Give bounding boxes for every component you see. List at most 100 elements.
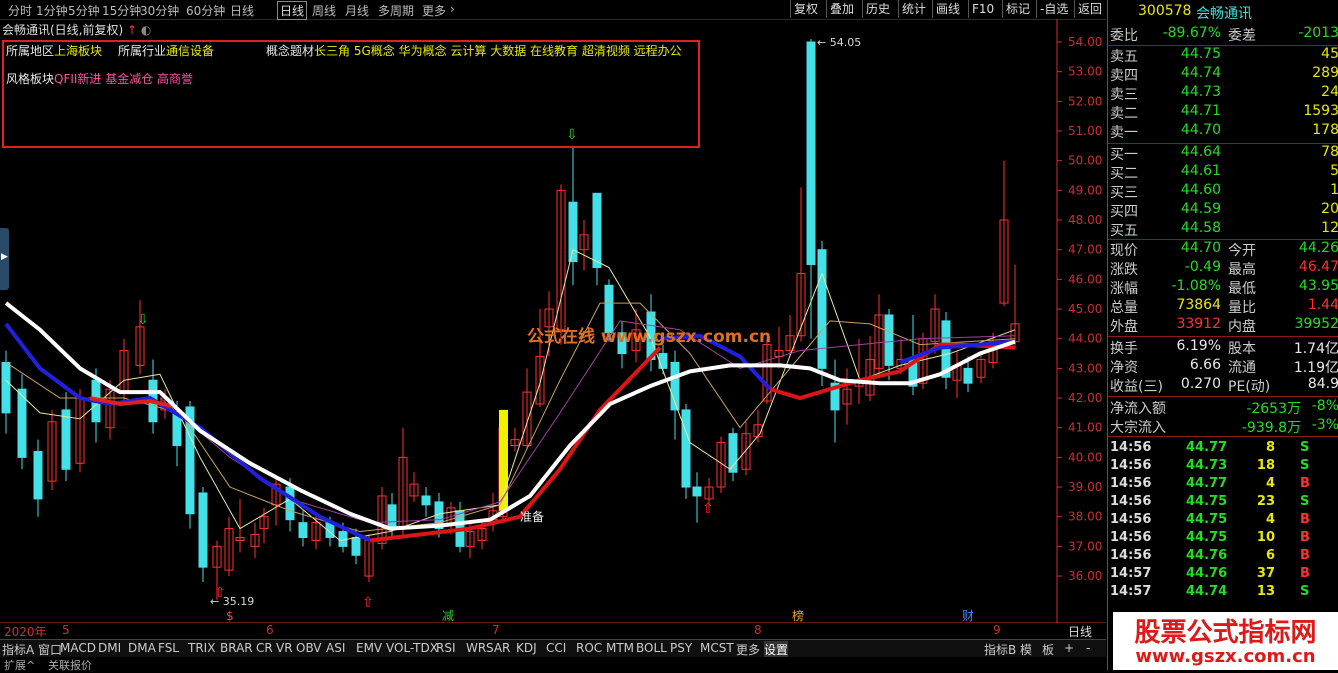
- indicator-tab-16[interactable]: SAR: [486, 641, 510, 655]
- side-panel-toggle[interactable]: ▶: [0, 228, 9, 290]
- price-tick-label: 41.00: [1068, 421, 1102, 435]
- tab-month[interactable]: 月线: [345, 2, 369, 19]
- row-value2: 24: [1321, 84, 1338, 100]
- back-button[interactable]: 返回: [1074, 0, 1105, 18]
- tab-15min[interactable]: 15分钟: [102, 2, 141, 19]
- indicator-tabbar: 指标A 窗口 MACD DMI DMA FSL TRIX BRAR CR VR OBV ASI EMV V…: [0, 639, 1106, 658]
- stat-row: 现价 44.70 今开 44.26: [1108, 240, 1338, 259]
- row-label: 买一: [1110, 147, 1138, 163]
- indicator-tab-22[interactable]: PSY: [670, 641, 692, 655]
- tab-day[interactable]: 日线: [230, 2, 254, 19]
- weicha-value: -2013: [1298, 25, 1338, 41]
- row-label2: 内盘: [1228, 319, 1256, 335]
- indicator-tab-15[interactable]: WR: [466, 641, 486, 655]
- tab-multi[interactable]: 多周期: [378, 2, 414, 19]
- event-jian-label: 减: [442, 609, 454, 623]
- indicator-tab-2[interactable]: MACD: [60, 641, 96, 655]
- tab-60min[interactable]: 60分钟: [186, 2, 225, 19]
- indicator-tab-21[interactable]: BOLL: [636, 641, 667, 655]
- candle-down: [17, 388, 27, 458]
- indicator-tab-26[interactable]: 指标B: [984, 641, 1016, 658]
- history-button[interactable]: 历史: [862, 0, 893, 18]
- remove-watchlist-button[interactable]: -自选: [1036, 0, 1071, 18]
- tick-direction: B: [1300, 476, 1310, 491]
- indicator-tab-11[interactable]: ASI: [326, 641, 345, 655]
- row-label: 卖二: [1110, 106, 1138, 122]
- period-toolbar: 分时 1分钟 5分钟 15分钟 30分钟 60分钟 日线 日线 周线 月线 多周…: [0, 0, 1106, 20]
- indicator-tab-9[interactable]: VR: [276, 641, 293, 655]
- bid-row: 买二 44.61 5: [1108, 163, 1338, 182]
- indicator-tab-10[interactable]: OBV: [296, 641, 322, 655]
- indicator-tab-17[interactable]: KDJ: [516, 641, 537, 655]
- tick-direction: S: [1300, 458, 1310, 473]
- row-value: 44.75: [1180, 46, 1221, 62]
- mark-button[interactable]: 标记: [1002, 0, 1033, 18]
- tab-more[interactable]: 更多: [422, 2, 446, 19]
- expand-button[interactable]: 扩展^: [4, 657, 35, 673]
- indicator-tab-20[interactable]: MTM: [606, 641, 634, 655]
- indicator-tab-12[interactable]: EMV: [356, 641, 382, 655]
- indicator-tab-7[interactable]: BRAR: [220, 641, 253, 655]
- tab-5min[interactable]: 5分钟: [68, 2, 100, 19]
- tick-price: 44.73: [1186, 458, 1228, 473]
- price-tick-label: 43.00: [1068, 361, 1102, 375]
- indicator-tab-30[interactable]: -: [1086, 641, 1090, 655]
- panel-header: 300578 会畅通讯: [1108, 0, 1338, 22]
- watermark: 公式在线 www.gszx.com.cn: [527, 327, 772, 347]
- indicator-tab-0[interactable]: 指标A: [2, 641, 34, 658]
- tick-volume: 6: [1265, 548, 1275, 563]
- indicator-tab-13[interactable]: VOL-TDX: [386, 641, 438, 655]
- overlay-button[interactable]: 叠加: [826, 0, 857, 18]
- tab-1min[interactable]: 1分钟: [36, 2, 68, 19]
- indicator-tab-24[interactable]: 更多: [736, 641, 760, 658]
- indicator-tab-28[interactable]: 板: [1042, 641, 1054, 658]
- candle-down: [285, 486, 295, 521]
- indicator-tab-14[interactable]: RSI: [436, 641, 456, 655]
- indicator-tab-1[interactable]: 窗口: [38, 641, 62, 658]
- time-label-sep: 9: [993, 623, 1001, 637]
- related-quote-tab[interactable]: 关联报价: [48, 657, 92, 673]
- row-label2: 今开: [1228, 243, 1256, 259]
- ask-row: 卖三 44.73 24: [1108, 84, 1338, 103]
- row-label: 总量: [1110, 300, 1138, 316]
- indicator-tab-6[interactable]: TRIX: [188, 641, 215, 655]
- row-value: 6.66: [1189, 357, 1221, 373]
- tab-30min[interactable]: 30分钟: [140, 2, 179, 19]
- indicator-tab-18[interactable]: CCI: [546, 641, 566, 655]
- tick-time: 14:56: [1110, 548, 1152, 563]
- indicator-tab-19[interactable]: ROC: [576, 641, 602, 655]
- stat-row: 外盘 33912 内盘 39952: [1108, 316, 1338, 335]
- stat-row: 涨跌 -0.49 最高 46.47: [1108, 259, 1338, 278]
- tab-week[interactable]: 周线: [312, 2, 336, 19]
- chevron-right-icon[interactable]: ›: [450, 2, 455, 16]
- row-label: 买四: [1110, 204, 1138, 220]
- indicator-tab-25[interactable]: 设置: [764, 641, 789, 658]
- f10-button[interactable]: F10: [968, 0, 997, 18]
- weibi-label: 委比: [1110, 28, 1138, 44]
- indicator-tab-27[interactable]: 模: [1020, 641, 1032, 658]
- row-value: 44.74: [1180, 65, 1221, 81]
- row-value: 44.64: [1180, 144, 1221, 160]
- time-label-may: 5: [62, 623, 70, 637]
- indicator-tab-4[interactable]: DMA: [128, 641, 156, 655]
- row-value: -1.08%: [1171, 278, 1221, 294]
- indicator-tab-29[interactable]: +: [1064, 641, 1074, 655]
- row-label: 涨跌: [1110, 262, 1138, 278]
- stats-button[interactable]: 统计: [898, 0, 929, 18]
- indicator-tab-23[interactable]: MCST: [700, 641, 734, 655]
- style-value: QFII新进 基金减仓 高商誉: [54, 72, 194, 86]
- up-arrow-icon: ⇧: [214, 585, 226, 601]
- indicator-tab-3[interactable]: DMI: [98, 641, 121, 655]
- tab-day-active[interactable]: 日线: [277, 1, 308, 20]
- price-tick-label: 52.00: [1068, 94, 1102, 108]
- indicator-tab-5[interactable]: FSL: [158, 641, 179, 655]
- time-label-jul: 7: [492, 623, 500, 637]
- fuquan-button[interactable]: 复权: [790, 0, 821, 18]
- indicator-tab-8[interactable]: CR: [256, 641, 273, 655]
- price-tick-label: 46.00: [1068, 272, 1102, 286]
- tab-fenshi[interactable]: 分时: [8, 2, 32, 19]
- style-label: 风格板块: [6, 72, 55, 86]
- tick-row: 14:56 44.73 18 S: [1108, 458, 1338, 476]
- draw-button[interactable]: 画线: [932, 0, 963, 18]
- row-value: 44.60: [1180, 182, 1221, 198]
